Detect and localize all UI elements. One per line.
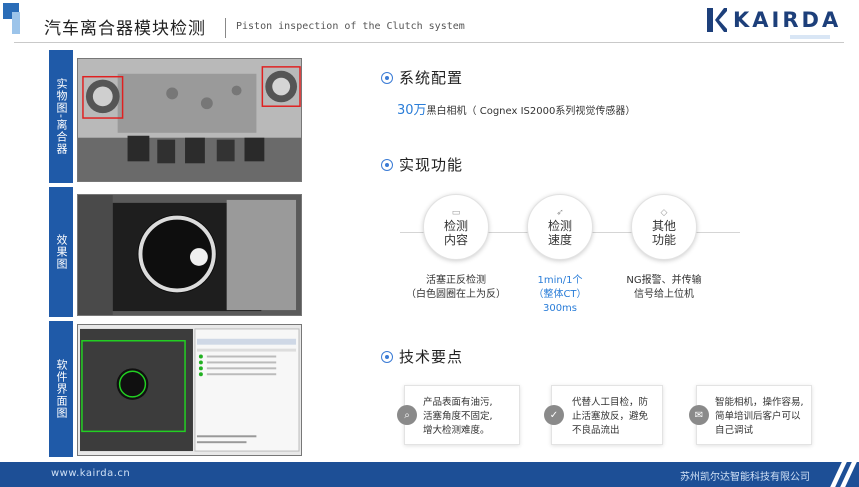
footer: www.kairda.cn 苏州凯尔达智能科技有限公司 [0,462,859,487]
side-label-effect: 效果图 [49,187,73,317]
config-highlight: 30万 [397,103,427,118]
clutch-photo [77,58,302,182]
software-screenshot [77,324,302,456]
section-functions-title: 实现功能 [399,156,464,174]
tag-icon: ◇ [660,207,668,218]
function-circle-other: ◇ 其他 功能 [631,194,697,260]
bullet-icon [381,158,393,171]
check-icon: ✓ [544,405,564,425]
corner-decoration [3,3,12,19]
chat-icon: ✉ [689,405,709,425]
section-config: 系统配置 [381,67,463,88]
function-desc-other: NG报警、并传输 信号给上位机 [626,275,702,300]
side-label-software: 软件界面图 [49,321,73,457]
bullet-icon [381,71,393,84]
rocket-icon: ➶ [556,207,564,218]
bullet-icon [381,350,393,363]
title-divider [225,18,226,38]
section-tech: 技术要点 [381,346,463,367]
page-title: 汽车离合器模块检测 [44,19,206,39]
logo-underline [790,35,830,39]
function-desc-content: 活塞正反检测 （白色圆圈在上为反） [406,275,506,300]
header: 汽车离合器模块检测 Piston inspection of the Clutc… [0,0,859,52]
logo-text: KAIRDA [733,8,842,32]
logo-k-icon [707,8,727,32]
tech-card-replace-manual: ✓ 代替人工目检，防 止活塞放反，避免 不良品流出 [544,385,663,445]
footer-url: www.kairda.cn [51,468,131,479]
function-circle-speed: ➶ 检测 速度 [527,194,593,260]
tech-card-difficulty: ⌕ 产品表面有油污, 活塞角度不固定, 增大检测难度。 [397,385,520,445]
config-text: 30万黑白相机（ Cognex IS2000系列视觉传感器） [397,99,635,118]
config-detail: 黑白相机（ Cognex IS2000系列视觉传感器） [426,106,636,117]
tech-card-smart-camera: ✉ 智能相机，操作容易, 简单培训后客户可以 自己调试 [689,385,812,445]
section-tech-title: 技术要点 [399,348,464,366]
section-config-title: 系统配置 [399,69,464,87]
search-icon: ⌕ [397,405,417,425]
effect-photo [77,194,302,316]
section-functions: 实现功能 [381,154,463,175]
function-desc-speed: 1min/1个 （整体CT） 300ms [533,275,587,314]
function-circle-content: ▭ 检测 内容 [423,194,489,260]
logo: KAIRDA [707,6,841,34]
footer-company: 苏州凯尔达智能科技有限公司 [680,472,810,483]
side-label-real-photo: 实物图-离合器 [49,50,73,183]
monitor-icon: ▭ [451,207,461,218]
page-subtitle: Piston inspection of the Clutch system [236,21,465,32]
header-rule [14,42,844,43]
corner-decoration [12,12,20,34]
